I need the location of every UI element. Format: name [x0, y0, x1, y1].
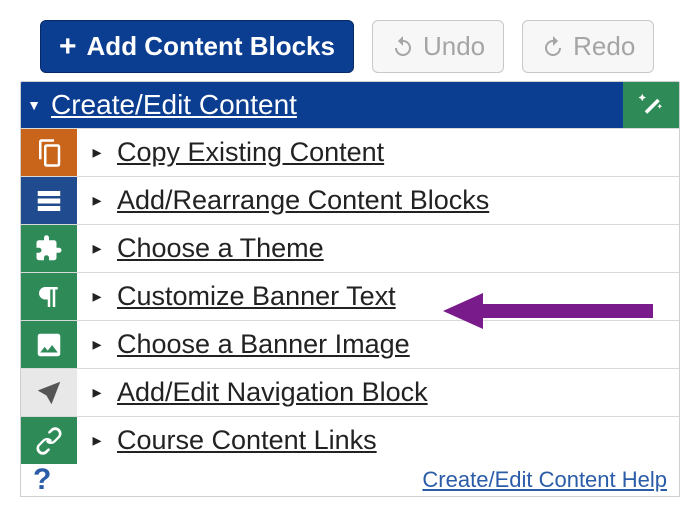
item-label: Add/Rearrange Content Blocks — [117, 177, 679, 224]
plus-icon: + — [59, 32, 77, 62]
item-choose-banner-image[interactable]: ▸ Choose a Banner Image — [21, 320, 679, 368]
undo-label: Undo — [423, 31, 485, 62]
chevron-right-icon: ▸ — [77, 417, 117, 464]
add-content-button[interactable]: + Add Content Blocks — [40, 20, 354, 73]
undo-icon — [391, 35, 415, 59]
item-label: Choose a Theme — [117, 225, 679, 272]
item-label: Choose a Banner Image — [117, 321, 679, 368]
panel-footer: ? Create/Edit Content Help — [21, 464, 679, 496]
panel-title: Create/Edit Content — [47, 82, 623, 128]
item-label: Copy Existing Content — [117, 129, 679, 176]
toolbar: + Add Content Blocks Undo Redo — [40, 20, 680, 73]
undo-button[interactable]: Undo — [372, 20, 504, 73]
chevron-right-icon: ▸ — [77, 225, 117, 272]
chevron-right-icon: ▸ — [77, 321, 117, 368]
caret-down-icon: ▼ — [21, 82, 47, 128]
help-link[interactable]: Create/Edit Content Help — [422, 467, 667, 493]
link-icon — [21, 417, 77, 464]
chevron-right-icon: ▸ — [77, 177, 117, 224]
chevron-right-icon: ▸ — [77, 129, 117, 176]
redo-label: Redo — [573, 31, 635, 62]
item-copy-existing-content[interactable]: ▸ Copy Existing Content — [21, 128, 679, 176]
item-choose-theme[interactable]: ▸ Choose a Theme — [21, 224, 679, 272]
redo-button[interactable]: Redo — [522, 20, 654, 73]
help-icon[interactable]: ? — [33, 463, 51, 497]
list-icon — [21, 177, 77, 224]
item-add-edit-nav-block[interactable]: ▸ Add/Edit Navigation Block — [21, 368, 679, 416]
chevron-right-icon: ▸ — [77, 369, 117, 416]
panel-header[interactable]: ▼ Create/Edit Content — [21, 82, 679, 128]
add-content-label: Add Content Blocks — [87, 31, 335, 62]
chevron-right-icon: ▸ — [77, 273, 117, 320]
magic-wand-icon — [636, 90, 666, 120]
pilcrow-icon — [21, 273, 77, 320]
item-label: Customize Banner Text — [117, 273, 679, 320]
magic-wand-button[interactable] — [623, 82, 679, 128]
redo-icon — [541, 35, 565, 59]
create-edit-panel: ▼ Create/Edit Content ▸ Copy Existing Co… — [20, 81, 680, 497]
image-icon — [21, 321, 77, 368]
copy-icon — [21, 129, 77, 176]
item-course-content-links[interactable]: ▸ Course Content Links — [21, 416, 679, 464]
item-label: Course Content Links — [117, 417, 679, 464]
nav-icon — [21, 369, 77, 416]
item-customize-banner-text[interactable]: ▸ Customize Banner Text — [21, 272, 679, 320]
item-add-rearrange-blocks[interactable]: ▸ Add/Rearrange Content Blocks — [21, 176, 679, 224]
puzzle-icon — [21, 225, 77, 272]
item-label: Add/Edit Navigation Block — [117, 369, 679, 416]
